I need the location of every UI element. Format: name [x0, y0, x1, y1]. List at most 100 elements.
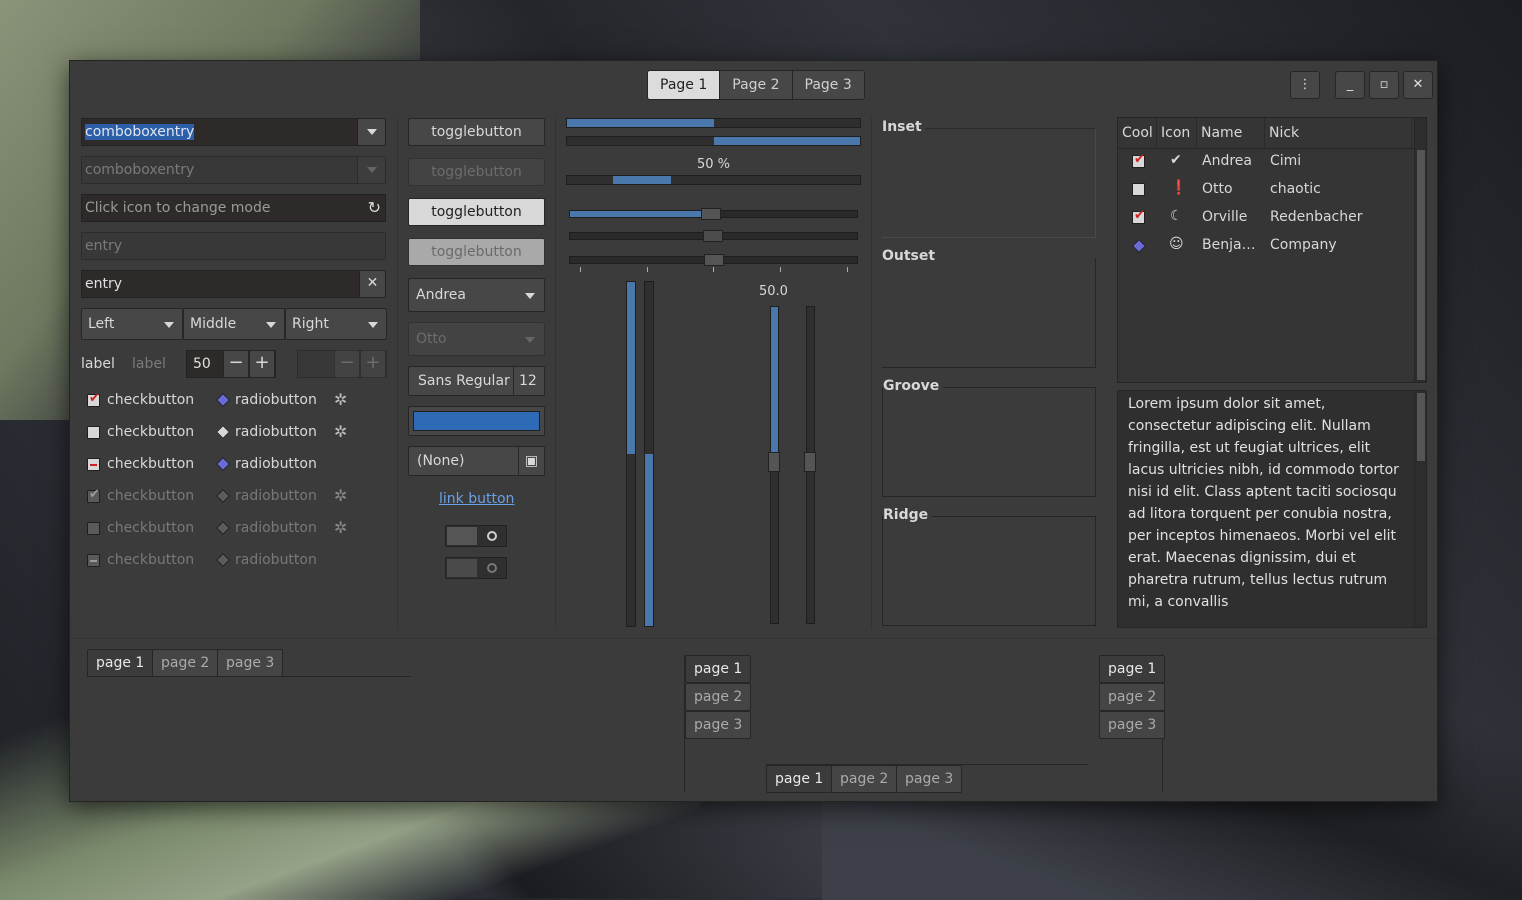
notebook-left-tab-page-1[interactable]: page 1: [685, 655, 752, 683]
notebook-left-tab-page-2[interactable]: page 2: [685, 683, 752, 711]
slider-fill: [570, 211, 703, 217]
slider-disabled: [569, 230, 858, 242]
entry-disabled: entry: [81, 232, 386, 260]
color-button[interactable]: [408, 406, 545, 436]
dropdown-middle[interactable]: Middle: [183, 308, 285, 340]
radio-selected[interactable]: [215, 392, 231, 408]
radio-label: radiobutton: [235, 392, 317, 408]
notebook-right-tab-page-2[interactable]: page 2: [1099, 683, 1166, 711]
close-button[interactable]: ✕: [1403, 71, 1433, 99]
switch-off[interactable]: [445, 525, 507, 547]
menu-button[interactable]: ⋮: [1290, 71, 1320, 99]
spinner-icon: ✲: [334, 486, 348, 505]
mode-entry[interactable]: Click icon to change mode ↻: [81, 194, 386, 222]
cool-checkbox[interactable]: ✔: [1132, 152, 1145, 168]
chevron-down-icon: [367, 129, 377, 135]
entry-field[interactable]: entry ✕: [81, 270, 386, 298]
cool-radio[interactable]: [1131, 238, 1147, 254]
notebook-tab-page-1[interactable]: page 1: [87, 649, 154, 677]
combobox-dropdown-disabled: [357, 157, 385, 183]
vertical-progress-bar: [626, 281, 636, 627]
cool-checkbox[interactable]: [1132, 183, 1145, 196]
slider-knob[interactable]: [804, 452, 816, 472]
toggle-button-active[interactable]: togglebutton: [408, 198, 545, 226]
dropdown-left[interactable]: Left: [81, 308, 183, 340]
cool-checkbox[interactable]: ✔: [1132, 208, 1145, 224]
chevron-down-icon: [525, 293, 535, 299]
progress-fill: [613, 176, 671, 184]
font-button[interactable]: Sans Regular 12: [408, 366, 545, 396]
vertical-slider-2[interactable]: [804, 306, 816, 624]
tab-page-3[interactable]: Page 3: [791, 71, 864, 99]
combobox-entry[interactable]: comboboxentry: [81, 118, 386, 146]
spin-plus-button[interactable]: +: [249, 350, 275, 378]
slider-knob[interactable]: [704, 254, 724, 266]
progress-fill: [645, 454, 653, 626]
separator: [397, 117, 398, 629]
file-chooser-button[interactable]: (None) ▣: [408, 446, 545, 476]
spin-button[interactable]: 50 − +: [186, 350, 276, 378]
tab-page-1[interactable]: Page 1: [648, 71, 720, 99]
spin-button-disabled: − +: [297, 350, 387, 378]
scrollbar-thumb[interactable]: [1417, 150, 1425, 380]
checkbox-mixed-disabled: [87, 554, 100, 567]
spin-minus-button[interactable]: −: [223, 350, 249, 378]
column-header-cool[interactable]: Cool: [1118, 118, 1157, 148]
vertical-slider[interactable]: [768, 306, 780, 624]
radio-mixed[interactable]: [215, 456, 231, 472]
minus-icon: −: [339, 352, 355, 373]
label-text-disabled: label: [132, 356, 166, 372]
checkbox-checked[interactable]: ✔: [87, 391, 100, 407]
entry-disabled-text: entry: [85, 238, 123, 254]
off-icon: [487, 531, 497, 541]
notebook-bottom-tab-page-2[interactable]: page 2: [831, 765, 898, 793]
font-size: 12: [513, 367, 537, 395]
slider-knob[interactable]: [701, 208, 721, 220]
column-header-icon[interactable]: Icon: [1157, 118, 1197, 148]
notebook-tab-page-2[interactable]: page 2: [152, 649, 219, 677]
dropdown-right-label: Right: [292, 316, 329, 332]
column-header-nick[interactable]: Nick: [1265, 118, 1412, 148]
off-icon: [487, 563, 497, 573]
tree-scrollbar[interactable]: [1414, 118, 1426, 382]
notebook-bottom-tab-page-1[interactable]: page 1: [766, 765, 833, 793]
minimize-icon: _: [1346, 77, 1354, 92]
combo-box-andrea[interactable]: Andrea: [408, 278, 545, 312]
tab-page-2[interactable]: Page 2: [719, 71, 792, 99]
slider-with-marks[interactable]: [569, 254, 858, 266]
combobox-dropdown-button[interactable]: [357, 119, 385, 145]
text-scrollbar[interactable]: [1414, 391, 1426, 627]
notebook-bottom-tab-page-3[interactable]: page 3: [896, 765, 963, 793]
slider[interactable]: [569, 208, 858, 220]
checkbox-unchecked[interactable]: [87, 426, 100, 439]
tick-mark: [847, 267, 848, 272]
text-view-content: Lorem ipsum dolor sit amet, consectetur …: [1128, 396, 1399, 610]
dash-icon: [90, 560, 97, 562]
spinner-icon: ✲: [334, 518, 348, 537]
notebook-right-tab-page-3[interactable]: page 3: [1099, 711, 1166, 739]
slider-knob[interactable]: [768, 452, 780, 472]
row-nick: Redenbacher: [1270, 209, 1363, 225]
column-header-name[interactable]: Name: [1197, 118, 1265, 148]
row-nick: chaotic: [1270, 181, 1321, 197]
checkmark-icon: ✔: [89, 391, 100, 406]
scrollbar-thumb[interactable]: [1417, 393, 1425, 461]
people-icon: ☺: [1169, 236, 1184, 252]
spinner-icon: ✲: [334, 390, 348, 409]
notebook-left-tab-page-3[interactable]: page 3: [685, 711, 752, 739]
toggle-button[interactable]: togglebutton: [408, 118, 545, 146]
dropdown-right[interactable]: Right: [285, 308, 387, 340]
notebook-right-tab-page-1[interactable]: page 1: [1099, 655, 1166, 683]
minimize-button[interactable]: _: [1335, 71, 1365, 99]
radio-unselected[interactable]: [215, 424, 231, 440]
gtk-widget-factory-window: Page 1 Page 2 Page 3 ⋮ _ ▫ ✕ comboboxent…: [69, 60, 1438, 802]
clear-button[interactable]: ✕: [359, 271, 385, 297]
text-view[interactable]: Lorem ipsum dolor sit amet, consectetur …: [1117, 390, 1427, 628]
notebook-tab-page-3[interactable]: page 3: [217, 649, 284, 677]
refresh-icon[interactable]: ↻: [368, 195, 381, 221]
link-button[interactable]: link button: [439, 491, 514, 507]
maximize-button[interactable]: ▫: [1369, 71, 1399, 99]
checkmark-icon: ✔: [89, 487, 100, 502]
checkbox-mixed[interactable]: [87, 458, 100, 471]
spin-plus-disabled: +: [360, 350, 386, 378]
